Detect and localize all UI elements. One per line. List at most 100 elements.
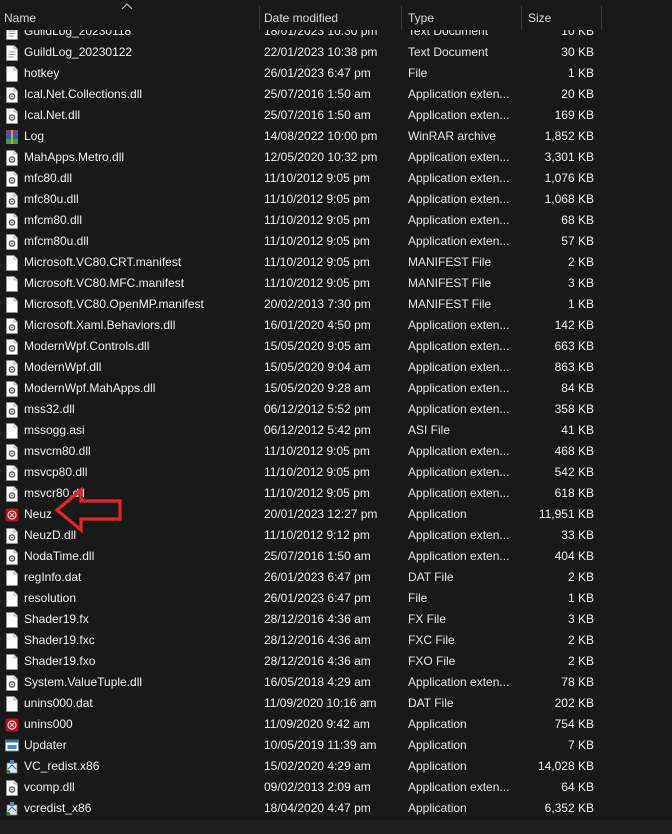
dll-file-icon [5,381,19,397]
file-row[interactable]: Microsoft.VC80.OpenMP.manifest 20/02/2013… [0,294,612,315]
file-row[interactable]: Microsoft.Xaml.Behaviors.dll 16/01/2020 4… [0,315,612,336]
file-name: Shader19.fxc [24,633,95,647]
file-row[interactable]: Microsoft.VC80.MFC.manifest 11/10/2012 9:… [0,273,612,294]
file-size: 1,068 KB [544,192,594,206]
file-type: Application exten... [408,108,510,122]
file-type: Application exten... [408,528,510,542]
file-date-modified: 25/07/2016 1:50 am [264,108,371,122]
file-type: Application exten... [408,360,510,374]
dll-file-icon [5,339,19,355]
file-row[interactable]: ModernWpf.Controls.dll 15/05/2020 9:05 am… [0,336,612,357]
neuz-app-icon [5,717,19,733]
file-size: 41 KB [561,423,594,437]
file-name: mfc80u.dll [24,192,79,206]
file-row[interactable]: Ical.Net.dll 25/07/2016 1:50 am Applicatio… [0,105,612,126]
column-header-date-modified[interactable]: Date modified [260,0,401,30]
file-date-modified: 11/10/2012 9:05 pm [264,171,370,185]
file-type: File [408,591,428,605]
file-row[interactable]: System.ValueTuple.dll 16/05/2018 4:29 am A… [0,672,612,693]
file-name: ModernWpf.dll [24,360,102,374]
file-type: Application exten... [408,381,510,395]
file-row[interactable]: GuildLog_20230122 22/01/2023 10:38 pm Text… [0,42,612,63]
file-row[interactable]: unins000 11/09/2020 9:42 am Application 754… [0,714,612,735]
file-row[interactable]: mss32.dll 06/12/2012 5:52 pm Application e… [0,399,612,420]
file-type: DAT File [408,696,454,710]
dll-file-icon [5,402,19,418]
file-size: 57 KB [561,234,594,248]
file-name: vcredist_x86 [24,801,92,815]
file-name: Updater [24,738,67,752]
file-type: Application exten... [408,675,510,689]
file-size: 33 KB [561,528,594,542]
column-header-name[interactable]: Name [0,0,259,30]
file-name: Ical.Net.Collections.dll [24,87,143,101]
file-row[interactable]: unins000.dat 11/09/2020 10:16 am DAT File 2… [0,693,612,714]
file-row[interactable]: ModernWpf.MahApps.dll 15/05/2020 9:28 am A… [0,378,612,399]
file-name: Shader19.fx [24,612,89,626]
file-row[interactable]: Shader19.fxc 28/12/2016 4:36 am FXC File 2 … [0,630,612,651]
file-date-modified: 11/10/2012 9:05 pm [264,234,370,248]
file-name: Microsoft.Xaml.Behaviors.dll [24,318,176,332]
blank-file-icon [5,423,19,439]
column-divider[interactable] [601,6,602,30]
file-row[interactable]: ModernWpf.dll 15/05/2020 9:04 am Applicati… [0,357,612,378]
file-date-modified: 18/04/2020 4:47 pm [264,801,371,815]
file-type: DAT File [408,570,454,584]
file-name: System.ValueTuple.dll [24,675,143,689]
file-date-modified: 12/05/2020 10:32 pm [264,150,378,164]
file-type: Application [408,759,467,773]
file-row[interactable]: resolution 26/01/2023 6:47 pm File 1 KB [0,588,612,609]
file-date-modified: 09/02/2013 2:09 am [264,780,371,794]
file-size: 1 KB [567,66,594,80]
file-size: 3,301 KB [544,150,594,164]
file-type: Application exten... [408,339,510,353]
file-row[interactable]: msvcm80.dll 11/10/2012 9:05 pm Application… [0,441,612,462]
file-row[interactable]: vcomp.dll 09/02/2013 2:09 am Application e… [0,777,612,798]
dll-file-icon [5,213,19,229]
file-row[interactable]: mfc80u.dll 11/10/2012 9:05 pm Application … [0,189,612,210]
file-row[interactable]: Updater 10/05/2019 11:39 am Application 7 K… [0,735,612,756]
file-type: Application exten... [408,150,510,164]
file-row[interactable]: VC_redist.x86 15/02/2020 4:29 am Applicati… [0,756,612,777]
file-row[interactable]: msvcp80.dll 11/10/2012 9:05 pm Application… [0,462,612,483]
file-size: 404 KB [554,549,594,563]
file-row[interactable]: Shader19.fx 28/12/2016 4:36 am FX File 3 KB [0,609,612,630]
file-name: Microsoft.VC80.OpenMP.manifest [24,297,204,311]
file-date-modified: 22/01/2023 10:38 pm [264,45,378,59]
file-size: 542 KB [554,465,594,479]
winrar-archive-icon [5,129,19,145]
file-row[interactable]: NodaTime.dll 25/07/2016 1:50 am Applicatio… [0,546,612,567]
file-row[interactable]: Microsoft.VC80.CRT.manifest 11/10/2012 9:… [0,252,612,273]
dll-file-icon [5,87,19,103]
blank-file-icon [5,255,19,271]
file-row[interactable]: MahApps.Metro.dll 12/05/2020 10:32 pm Appl… [0,147,612,168]
file-row[interactable]: mfcm80.dll 11/10/2012 9:05 pm Application … [0,210,612,231]
file-size: 64 KB [561,780,594,794]
file-row[interactable]: Ical.Net.Collections.dll 25/07/2016 1:50 … [0,84,612,105]
blank-file-icon [5,276,19,292]
column-divider[interactable] [521,6,522,30]
column-header-type[interactable]: Type [404,0,521,30]
file-date-modified: 16/05/2018 4:29 am [264,675,371,689]
file-row[interactable]: mfcm80u.dll 11/10/2012 9:05 pm Application… [0,231,612,252]
file-row[interactable]: mfc80.dll 11/10/2012 9:05 pm Application e… [0,168,612,189]
file-row[interactable]: mssogg.asi 06/12/2012 5:42 pm ASI File 41 K… [0,420,612,441]
blank-file-icon [5,66,19,82]
file-size: 30 KB [561,45,594,59]
file-type: FX File [408,612,447,626]
file-row[interactable]: regInfo.dat 26/01/2023 6:47 pm DAT File 2 K… [0,567,612,588]
file-type: MANIFEST File [408,276,492,290]
file-size: 2 KB [567,654,594,668]
file-date-modified: 11/10/2012 9:05 pm [264,276,370,290]
file-row[interactable]: vcredist_x86 18/04/2020 4:47 pm Applicatio… [0,798,612,819]
file-size: 6,352 KB [544,801,594,815]
column-divider[interactable] [401,6,402,30]
file-row[interactable]: Log 14/08/2022 10:00 pm WinRAR archive 1,85… [0,126,612,147]
dll-file-icon [5,465,19,481]
file-row[interactable]: Shader19.fxo 28/12/2016 4:36 am FXO File 2 … [0,651,612,672]
file-date-modified: 28/12/2016 4:36 am [264,654,371,668]
file-date-modified: 15/05/2020 9:05 am [264,339,371,353]
file-row[interactable]: hotkey 26/01/2023 6:47 pm File 1 KB [0,63,612,84]
column-header-size[interactable]: Size [524,0,601,30]
horizontal-scrollbar[interactable] [0,820,672,834]
